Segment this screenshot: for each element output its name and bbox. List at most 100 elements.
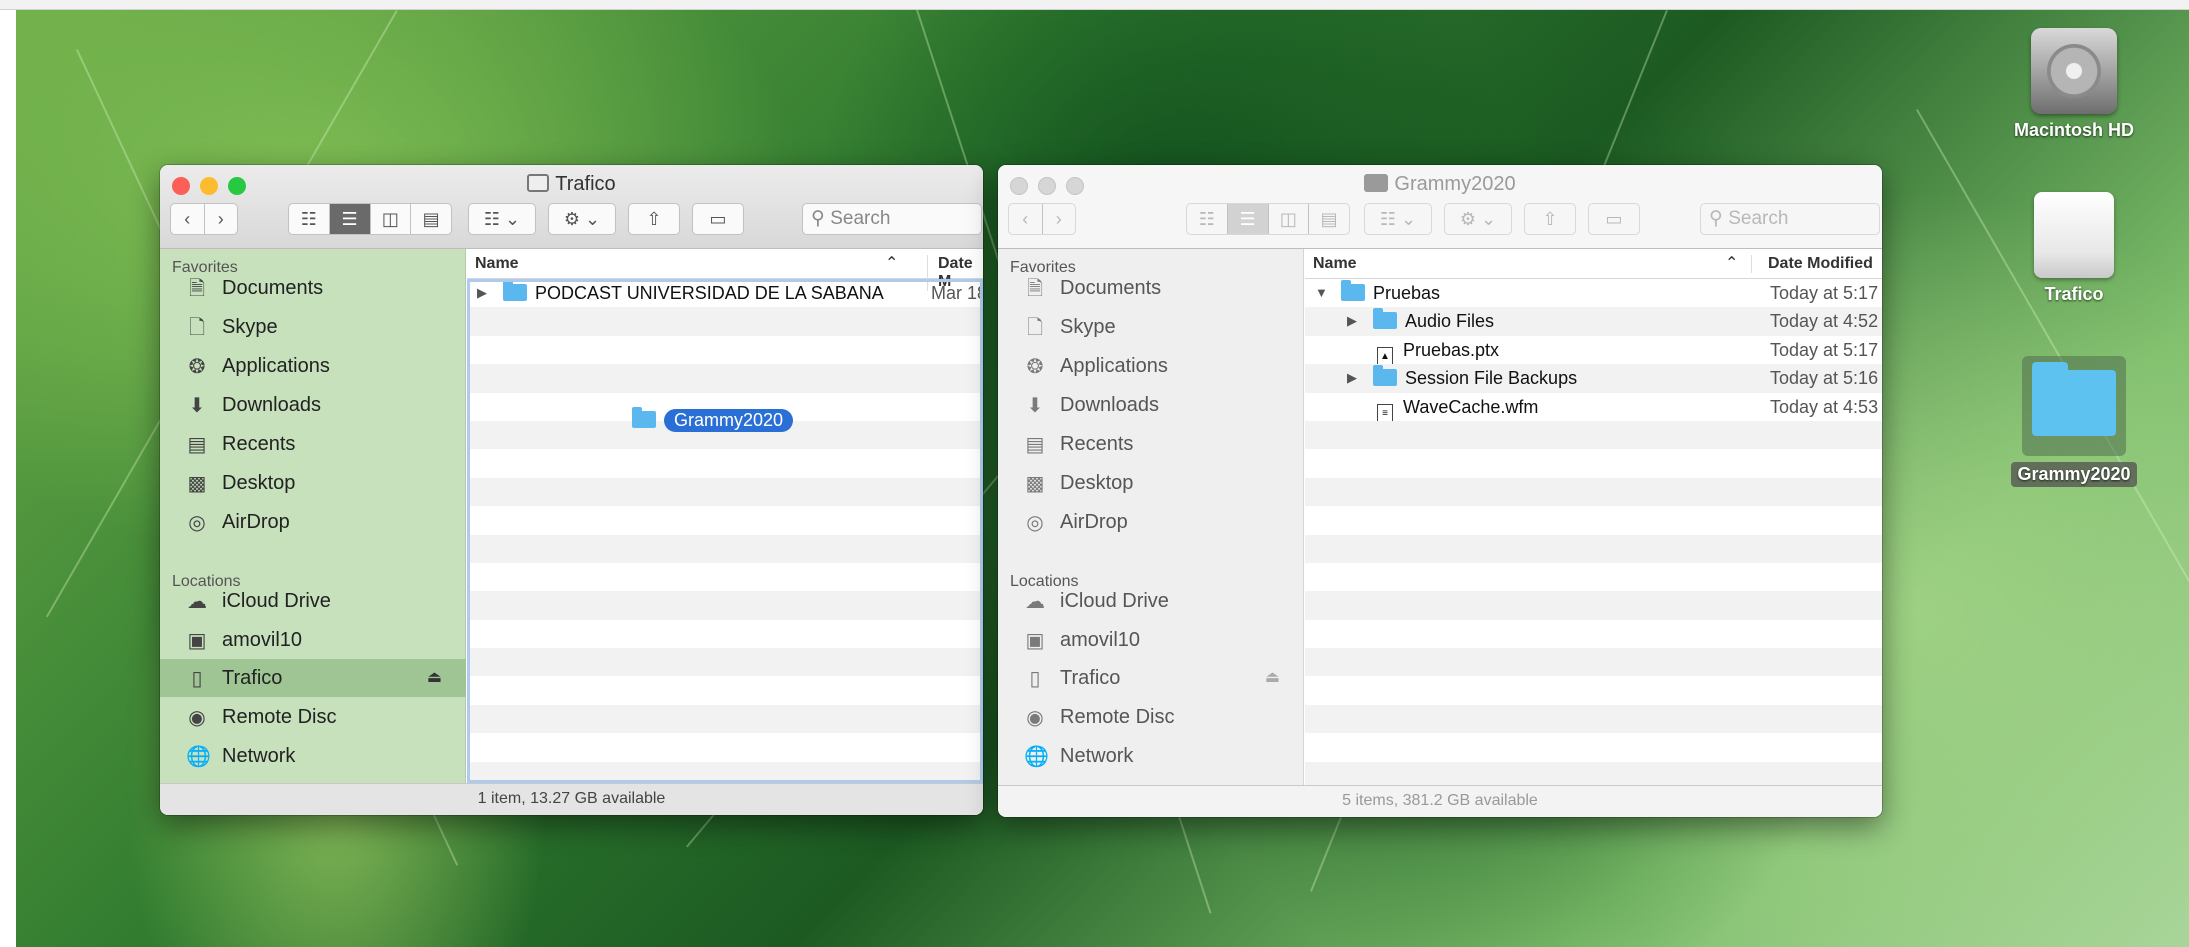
disclosure-triangle-icon[interactable]: ▶ <box>477 285 487 301</box>
column-view-button[interactable]: ◫ <box>371 204 412 234</box>
file-name: PODCAST UNIVERSIDAD DE LA SABANA <box>535 283 884 303</box>
status-bar: 5 items, 381.2 GB available <box>998 785 1882 817</box>
disclosure-triangle-icon[interactable]: ▶ <box>1347 313 1357 329</box>
sidebar-item-airdrop[interactable]: ◎ AirDrop <box>160 503 466 541</box>
file-date: Today at 5:17 <box>1770 283 1879 303</box>
tags-button[interactable]: ▭ <box>692 203 744 235</box>
column-header-name[interactable]: Name <box>1313 255 1357 273</box>
table-row[interactable]: ≡ WaveCache.wfm Today at 4:53 <box>1305 393 1882 424</box>
external-drive-icon <box>2034 192 2114 278</box>
back-button[interactable]: ‹ <box>1009 204 1043 234</box>
view-mode-buttons[interactable]: ☷ ☰ ◫ ▤ <box>288 203 452 235</box>
file-name: Pruebas.ptx <box>1403 339 1500 360</box>
forward-button[interactable]: › <box>1043 204 1076 234</box>
disclosure-triangle-icon[interactable]: ▶ <box>1347 370 1357 386</box>
drive-icon <box>527 174 550 192</box>
tag-icon: ▭ <box>1605 209 1623 229</box>
column-headers: Name ⌃ Date Modified <box>1305 249 1882 279</box>
table-row[interactable]: ▼ Pruebas Today at 5:17 <box>1305 279 1882 307</box>
sidebar-item-recents[interactable]: ▤ Recents <box>160 425 466 463</box>
sidebar-item-applications[interactable]: ❂ Applications <box>998 347 1304 385</box>
sidebar-item-trafico[interactable]: ▯ Trafico ⏏ <box>998 659 1304 697</box>
desktop-icon-label: Trafico <box>2044 284 2104 304</box>
sidebar-item-recents[interactable]: ▤ Recents <box>998 425 1304 463</box>
sidebar-item-amovil10[interactable]: ▣ amovil10 <box>998 621 1304 659</box>
tags-button[interactable]: ▭ <box>1588 203 1640 235</box>
disc-icon: ◉ <box>188 707 206 729</box>
sidebar-item-icloud-drive[interactable]: ☁ iCloud Drive <box>160 582 466 620</box>
forward-button[interactable]: › <box>205 204 238 234</box>
back-forward-buttons[interactable]: ‹ › <box>1008 203 1076 235</box>
back-forward-buttons[interactable]: ‹ › <box>170 203 238 235</box>
sidebar-item-documents[interactable]: 🗎 Documents <box>160 269 466 307</box>
share-icon: ⇧ <box>646 209 662 229</box>
sidebar-item-downloads[interactable]: ⬇ Downloads <box>998 386 1304 424</box>
sidebar-item-skype[interactable]: 🗋 Skype <box>998 308 1304 346</box>
icon-view-button[interactable]: ☷ <box>1187 204 1228 234</box>
eject-icon[interactable]: ⏏ <box>1265 659 1280 697</box>
sidebar-item-trafico[interactable]: ▯ Trafico ⏏ <box>160 659 466 697</box>
share-button[interactable]: ⇧ <box>628 203 680 235</box>
sidebar: Favorites 🗎 Documents 🗋 Skype ❂ Application… <box>998 249 1304 785</box>
laptop-icon: ▣ <box>187 630 207 652</box>
share-button[interactable]: ⇧ <box>1524 203 1576 235</box>
recents-icon: ▤ <box>1025 434 1045 456</box>
table-row[interactable]: ▶ Session File Backups Today at 5:16 <box>1305 364 1882 393</box>
column-header-date[interactable]: Date Modified <box>1751 255 1873 273</box>
network-icon: 🌐 <box>186 746 211 768</box>
back-button[interactable]: ‹ <box>171 204 205 234</box>
title-bar[interactable]: Trafico ‹ › ☷ ☰ ◫ ▤ ☷ ⌄ ⚙ ⌄ ⇧ ▭ ⚲ Search <box>160 165 983 249</box>
column-header-name[interactable]: Name <box>475 255 519 273</box>
sidebar-item-desktop[interactable]: ▩ Desktop <box>160 464 466 502</box>
action-gear-button[interactable]: ⚙ ⌄ <box>1444 203 1512 235</box>
sidebar-item-applications[interactable]: ❂ Applications <box>160 347 466 385</box>
list-view-button[interactable]: ☰ <box>329 204 371 234</box>
table-row[interactable]: ▶ PODCAST UNIVERSIDAD DE LA SABANA Mar 1… <box>467 279 983 307</box>
sidebar-item-documents[interactable]: 🗎 Documents <box>998 269 1304 307</box>
sidebar-item-desktop[interactable]: ▩ Desktop <box>998 464 1304 502</box>
column-headers: Name ⌃ Date M <box>467 249 983 291</box>
desktop-icon-trafico[interactable]: Trafico <box>2009 192 2139 305</box>
sidebar-item-downloads[interactable]: ⬇ Downloads <box>160 386 466 424</box>
column-view-button[interactable]: ◫ <box>1269 204 1310 234</box>
file-date: Today at 5:17 <box>1770 339 1879 360</box>
group-button[interactable]: ☷ ⌄ <box>1364 203 1432 235</box>
documents-icon: 🗎 <box>1026 278 1044 300</box>
sidebar-item-skype[interactable]: 🗋 Skype <box>160 308 466 346</box>
finder-window-grammy2020: Grammy2020 ‹ › ☷ ☰ ◫ ▤ ☷ ⌄ ⚙ ⌄ ⇧ ▭ ⚲ Sear… <box>998 165 1882 817</box>
sidebar-item-network[interactable]: 🌐 Network <box>998 737 1304 775</box>
disclosure-triangle-open-icon[interactable]: ▼ <box>1315 285 1328 300</box>
downloads-icon: ⬇ <box>1026 395 1044 417</box>
sidebar-item-icloud-drive[interactable]: ☁ iCloud Drive <box>998 582 1304 620</box>
action-gear-button[interactable]: ⚙ ⌄ <box>548 203 616 235</box>
gallery-view-button[interactable]: ▤ <box>1309 204 1349 234</box>
search-field[interactable]: ⚲ Search <box>802 203 982 235</box>
file-name: Pruebas <box>1373 283 1441 303</box>
folder-icon <box>1341 280 1365 301</box>
sidebar-item-amovil10[interactable]: ▣ amovil10 <box>160 621 466 659</box>
disc-icon: ◉ <box>1026 707 1044 729</box>
icon-view-button[interactable]: ☷ <box>289 204 330 234</box>
folder-icon <box>1373 365 1397 387</box>
sidebar-item-remote-disc[interactable]: ◉ Remote Disc <box>160 698 466 736</box>
view-mode-buttons[interactable]: ☷ ☰ ◫ ▤ <box>1186 203 1350 235</box>
table-row[interactable]: ▲ Pruebas.ptx Today at 5:17 <box>1305 336 1882 367</box>
sidebar-item-remote-disc[interactable]: ◉ Remote Disc <box>998 698 1304 736</box>
dragged-item-label: Grammy2020 <box>664 409 794 432</box>
gallery-view-button[interactable]: ▤ <box>411 204 451 234</box>
menu-bar-edge <box>0 0 2189 10</box>
group-button[interactable]: ☷ ⌄ <box>468 203 536 235</box>
list-view-button[interactable]: ☰ <box>1227 204 1269 234</box>
search-field[interactable]: ⚲ Search <box>1700 203 1880 235</box>
sidebar-item-network[interactable]: 🌐 Network <box>160 737 466 775</box>
sidebar-item-airdrop[interactable]: ◎ AirDrop <box>998 503 1304 541</box>
desktop-icon-macintosh-hd[interactable]: Macintosh HD <box>2009 28 2139 141</box>
title-bar[interactable]: Grammy2020 ‹ › ☷ ☰ ◫ ▤ ☷ ⌄ ⚙ ⌄ ⇧ ▭ ⚲ Sear… <box>998 165 1882 249</box>
eject-icon[interactable]: ⏏ <box>427 659 442 697</box>
table-row[interactable]: ▶ Audio Files Today at 4:52 <box>1305 307 1882 336</box>
file-date: Today at 4:53 <box>1770 396 1879 417</box>
applications-icon: ❂ <box>188 356 206 378</box>
documents-icon: 🗎 <box>188 278 206 300</box>
desktop-icon-grammy2020[interactable]: Grammy2020 <box>2009 356 2139 487</box>
dragged-item[interactable]: Grammy2020 <box>632 407 794 432</box>
